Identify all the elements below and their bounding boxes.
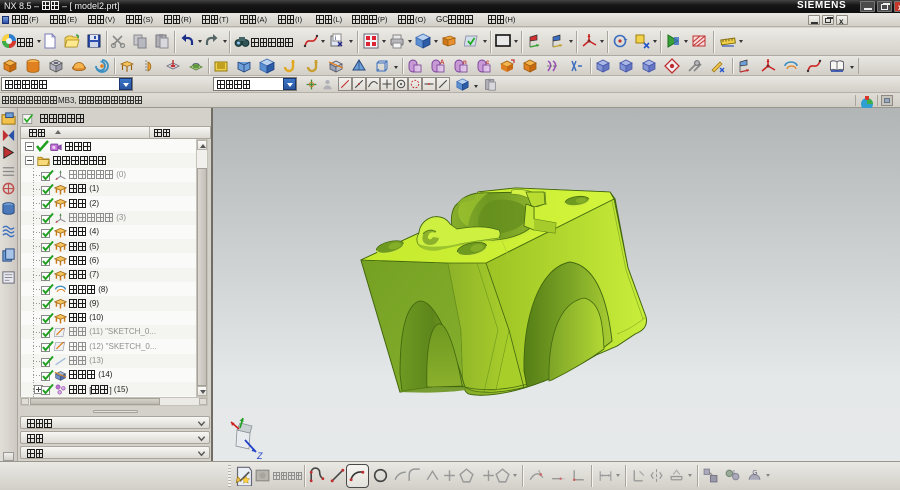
svg-text:c: c: [733, 469, 736, 475]
svg-text:A: A: [440, 60, 445, 66]
svg-text:n: n: [463, 60, 467, 66]
svg-text:Z: Z: [256, 451, 263, 461]
svg-text:i: i: [335, 36, 336, 42]
svg-text:G: G: [752, 469, 757, 476]
